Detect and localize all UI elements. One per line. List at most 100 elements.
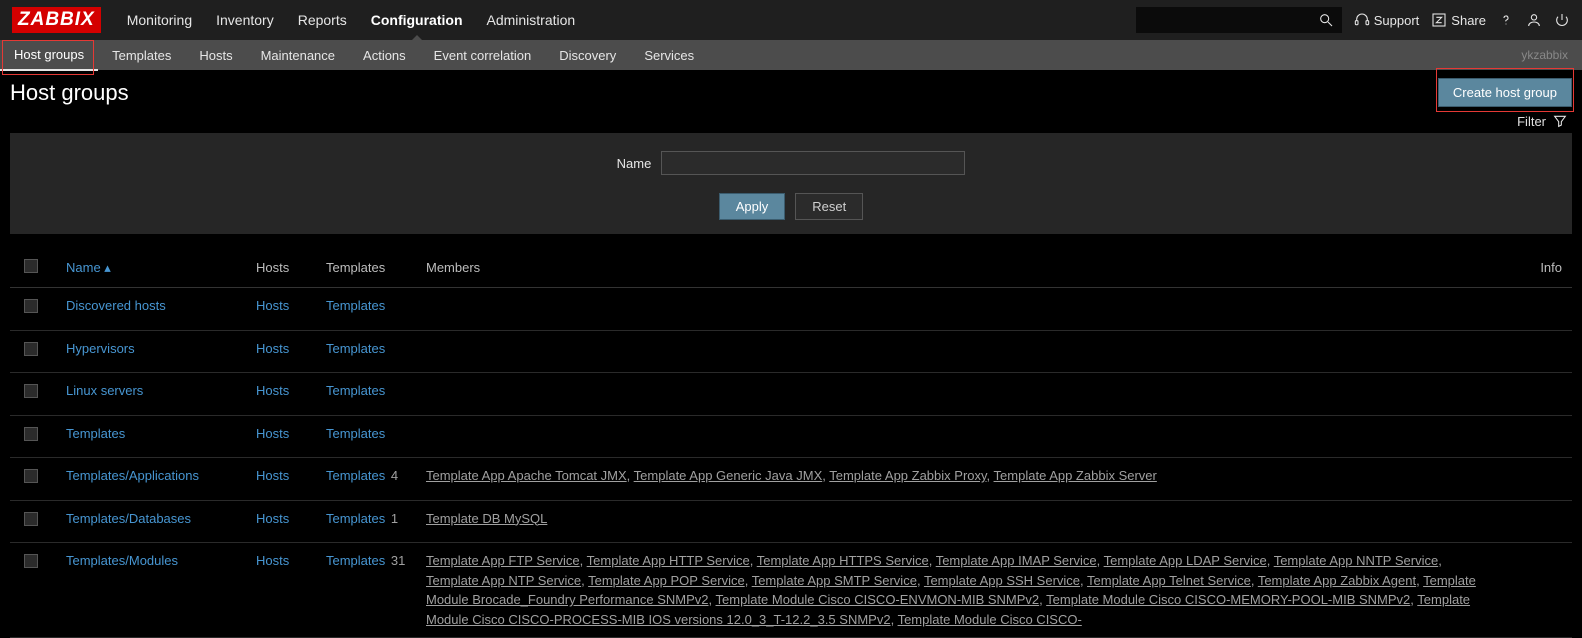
logo[interactable]: ZABBIX	[12, 7, 101, 33]
member-link[interactable]: Template App IMAP Service	[936, 553, 1097, 568]
info-cell	[1502, 373, 1572, 416]
create-host-group-button[interactable]: Create host group	[1438, 78, 1572, 107]
row-checkbox[interactable]	[24, 384, 38, 398]
col-members: Members	[416, 248, 1502, 288]
templates-link[interactable]: Templates	[326, 553, 385, 568]
table-row: Linux servers Hosts Templates	[10, 373, 1572, 416]
subnav-event-correlation[interactable]: Event correlation	[420, 40, 546, 70]
row-checkbox[interactable]	[24, 512, 38, 526]
search-icon[interactable]	[1318, 12, 1334, 28]
nav-monitoring[interactable]: Monitoring	[115, 0, 204, 40]
filter-panel: Name Apply Reset	[10, 133, 1572, 234]
row-checkbox[interactable]	[24, 554, 38, 568]
apply-button[interactable]: Apply	[719, 193, 786, 220]
hosts-link[interactable]: Hosts	[256, 341, 289, 356]
filter-tab-row: Filter	[0, 111, 1582, 129]
subnav-hosts[interactable]: Hosts	[185, 40, 246, 70]
nav-configuration[interactable]: Configuration	[359, 0, 475, 40]
templates-link[interactable]: Templates	[326, 511, 385, 526]
member-link[interactable]: Template App Zabbix Proxy	[829, 468, 986, 483]
hosts-link[interactable]: Hosts	[256, 298, 289, 313]
top-right: Support Share	[1136, 7, 1570, 33]
username-label: ykzabbix	[1521, 48, 1568, 62]
table-row: Templates/ApplicationsHostsTemplates 4Te…	[10, 458, 1572, 501]
subnav-discovery[interactable]: Discovery	[545, 40, 630, 70]
templates-link[interactable]: Templates	[326, 468, 385, 483]
support-link[interactable]: Support	[1354, 12, 1420, 28]
member-link[interactable]: Template App HTTPS Service	[757, 553, 929, 568]
subnav-actions[interactable]: Actions	[349, 40, 420, 70]
table-row: Hypervisors Hosts Templates	[10, 330, 1572, 373]
member-link[interactable]: Template Module Cisco CISCO-ENVMON-MIB S…	[716, 592, 1040, 607]
templates-link[interactable]: Templates	[326, 426, 385, 441]
group-name-link[interactable]: Templates/Databases	[66, 511, 191, 526]
filter-name-label: Name	[617, 156, 652, 171]
info-cell	[1502, 500, 1572, 543]
members-cell: Template App Apache Tomcat JMX, Template…	[416, 458, 1502, 501]
member-link[interactable]: Template App NTP Service	[426, 573, 581, 588]
members-cell	[416, 373, 1502, 416]
subnav-host-groups[interactable]: Host groups	[0, 39, 98, 71]
hosts-link[interactable]: Hosts	[256, 511, 289, 526]
member-link[interactable]: Template App Zabbix Agent	[1258, 573, 1416, 588]
help-icon[interactable]	[1498, 12, 1514, 28]
member-link[interactable]: Template Module Cisco CISCO-MEMORY-POOL-…	[1046, 592, 1410, 607]
group-name-link[interactable]: Templates	[66, 426, 125, 441]
member-link[interactable]: Template App SMTP Service	[752, 573, 917, 588]
members-cell: Template App FTP Service, Template App H…	[416, 543, 1502, 638]
templates-link[interactable]: Templates	[326, 341, 385, 356]
member-link[interactable]: Template App HTTP Service	[587, 553, 750, 568]
member-link[interactable]: Template App NNTP Service	[1274, 553, 1439, 568]
filter-icon	[1552, 113, 1568, 129]
search-box[interactable]	[1136, 7, 1342, 33]
member-link[interactable]: Template App Zabbix Server	[994, 468, 1157, 483]
members-cell	[416, 330, 1502, 373]
row-checkbox[interactable]	[24, 299, 38, 313]
power-icon[interactable]	[1554, 12, 1570, 28]
row-checkbox[interactable]	[24, 427, 38, 441]
group-name-link[interactable]: Discovered hosts	[66, 298, 166, 313]
member-link[interactable]: Template App SSH Service	[924, 573, 1080, 588]
group-name-link[interactable]: Hypervisors	[66, 341, 135, 356]
templates-link[interactable]: Templates	[326, 298, 385, 313]
subnav-templates[interactable]: Templates	[98, 40, 185, 70]
nav-inventory[interactable]: Inventory	[204, 0, 286, 40]
nav-reports[interactable]: Reports	[286, 0, 359, 40]
reset-button[interactable]: Reset	[795, 193, 863, 220]
group-name-link[interactable]: Linux servers	[66, 383, 143, 398]
col-hosts: Hosts	[246, 248, 316, 288]
member-link[interactable]: Template App Apache Tomcat JMX	[426, 468, 627, 483]
member-link[interactable]: Template App FTP Service	[426, 553, 580, 568]
member-link[interactable]: Template Module Cisco CISCO-	[898, 612, 1082, 627]
share-z-icon	[1431, 12, 1447, 28]
member-link[interactable]: Template App LDAP Service	[1104, 553, 1267, 568]
member-link[interactable]: Template App Telnet Service	[1087, 573, 1251, 588]
page-title: Host groups	[10, 80, 129, 106]
hosts-link[interactable]: Hosts	[256, 426, 289, 441]
hosts-link[interactable]: Hosts	[256, 383, 289, 398]
share-link[interactable]: Share	[1431, 12, 1486, 28]
subnav-maintenance[interactable]: Maintenance	[247, 40, 349, 70]
subnav-services[interactable]: Services	[630, 40, 708, 70]
hosts-link[interactable]: Hosts	[256, 553, 289, 568]
filter-name-input[interactable]	[661, 151, 965, 175]
templates-count: 31	[387, 553, 405, 568]
select-all-checkbox[interactable]	[24, 259, 38, 273]
hosts-link[interactable]: Hosts	[256, 468, 289, 483]
member-link[interactable]: Template App POP Service	[588, 573, 745, 588]
row-checkbox[interactable]	[24, 469, 38, 483]
member-link[interactable]: Template App Generic Java JMX	[634, 468, 823, 483]
top-bar: ZABBIX MonitoringInventoryReportsConfigu…	[0, 0, 1582, 40]
col-name-sort[interactable]: Name ▴	[66, 260, 111, 275]
filter-toggle[interactable]: Filter	[1517, 113, 1568, 129]
info-cell	[1502, 543, 1572, 638]
templates-link[interactable]: Templates	[326, 383, 385, 398]
user-icon[interactable]	[1526, 12, 1542, 28]
row-checkbox[interactable]	[24, 342, 38, 356]
member-link[interactable]: Template DB MySQL	[426, 511, 547, 526]
group-name-link[interactable]: Templates/Applications	[66, 468, 199, 483]
templates-count: 1	[387, 511, 398, 526]
group-name-link[interactable]: Templates/Modules	[66, 553, 178, 568]
main-nav: MonitoringInventoryReportsConfigurationA…	[115, 0, 587, 40]
nav-administration[interactable]: Administration	[475, 0, 588, 40]
